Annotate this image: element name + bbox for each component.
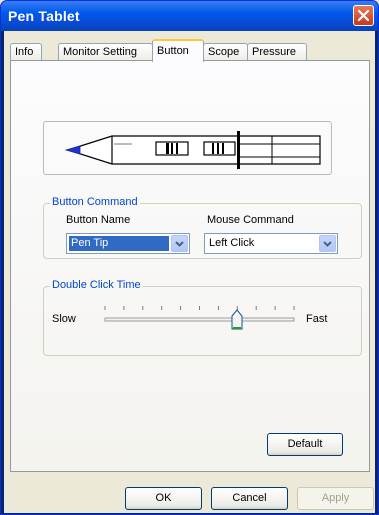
tab-pressure[interactable]: Pressure — [247, 43, 307, 61]
pen-illustration — [64, 131, 321, 169]
close-icon — [358, 10, 369, 21]
tab-scope[interactable]: Scope — [203, 43, 248, 61]
window-title: Pen Tablet — [8, 8, 80, 24]
button-command-legend: Button Command — [50, 196, 140, 208]
slider-thumb[interactable] — [231, 309, 243, 330]
dialog-client-area: Info Monitor Setting Button Scope Pressu… — [4, 31, 375, 513]
apply-button[interactable]: Apply — [297, 487, 374, 510]
mouse-command-select[interactable]: Left Click — [204, 233, 338, 254]
close-button[interactable] — [353, 5, 374, 26]
tab-monitor-setting[interactable]: Monitor Setting — [58, 43, 153, 61]
title-bar[interactable]: Pen Tablet — [1, 1, 378, 31]
slider-track-ticks — [104, 306, 295, 322]
tab-pressure-label: Pressure — [252, 46, 297, 58]
mouse-command-dropdown-button[interactable] — [319, 235, 336, 252]
mouse-command-value: Left Click — [209, 237, 255, 249]
double-click-time-legend: Double Click Time — [50, 279, 143, 291]
double-click-speed-slider[interactable] — [101, 301, 299, 331]
tab-button-label: Button — [157, 45, 189, 57]
button-name-dropdown-button[interactable] — [171, 235, 188, 252]
cancel-button[interactable]: Cancel — [211, 487, 288, 510]
button-name-value: Pen Tip — [69, 236, 169, 251]
ok-button[interactable]: OK — [125, 487, 202, 510]
chevron-down-icon — [175, 240, 184, 247]
tab-info[interactable]: Info — [10, 43, 42, 61]
tab-info-label: Info — [15, 46, 34, 58]
tab-monitor-setting-label: Monitor Setting — [63, 46, 137, 58]
button-name-select[interactable]: Pen Tip — [66, 233, 190, 254]
fast-label: Fast — [306, 313, 328, 325]
slow-label: Slow — [52, 313, 76, 325]
pen-diagram — [43, 121, 332, 175]
default-button[interactable]: Default — [267, 433, 343, 456]
pen-tablet-window: Pen Tablet Info Monitor Setting Button S… — [0, 0, 379, 515]
button-tab-panel: Button Command Button Name Mouse Command… — [10, 60, 370, 472]
chevron-down-icon — [323, 240, 332, 247]
tab-button[interactable]: Button — [152, 39, 204, 62]
tab-scope-label: Scope — [208, 46, 240, 58]
mouse-command-label: Mouse Command — [207, 214, 294, 226]
button-name-label: Button Name — [66, 214, 131, 226]
